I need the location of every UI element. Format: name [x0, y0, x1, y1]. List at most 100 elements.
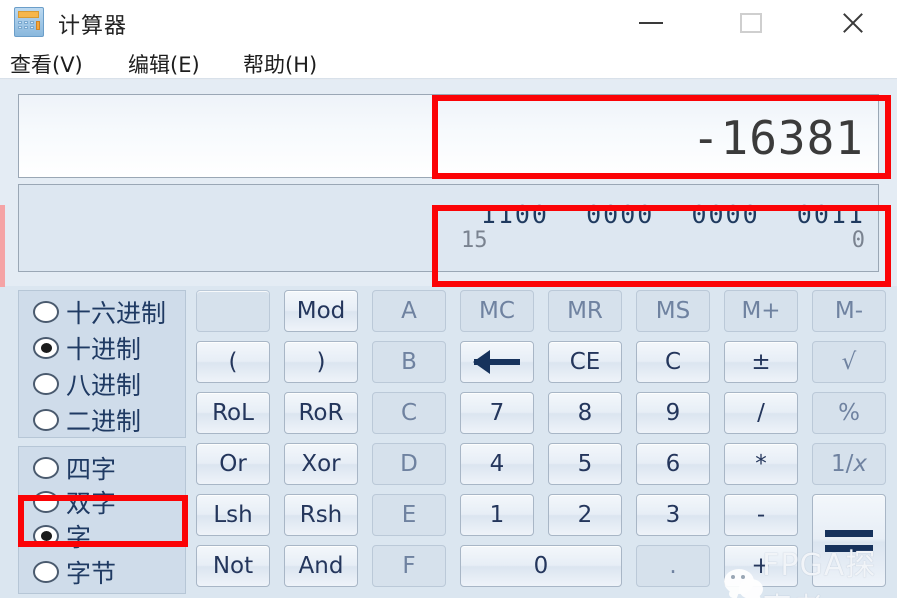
radix-option-oct-label: 八进制 — [66, 371, 142, 400]
key-7[interactable]: 7 — [460, 392, 534, 434]
close-icon — [840, 10, 866, 36]
key-ms[interactable]: MS — [636, 290, 710, 332]
key-ror[interactable]: RoR — [284, 392, 358, 434]
key-0[interactable]: 0 — [460, 545, 622, 587]
wordsize-option-byte-label: 字节 — [66, 559, 117, 588]
key-add[interactable]: + — [724, 545, 798, 587]
key-xor[interactable]: Xor — [284, 443, 358, 485]
key-blank — [196, 290, 270, 332]
key-hex-d[interactable]: D — [372, 443, 446, 485]
key-sign-toggle[interactable]: ± — [724, 341, 798, 383]
wordsize-option-dword-label: 双字 — [66, 489, 117, 518]
key-m-plus[interactable]: M+ — [724, 290, 798, 332]
key-backspace[interactable] — [460, 341, 534, 383]
minimize-icon — [639, 22, 663, 24]
key-and[interactable]: And — [284, 545, 358, 587]
calculator-icon — [14, 7, 44, 37]
binary-nibble-1: 0000 — [691, 200, 760, 229]
radio-icon — [33, 525, 59, 547]
key-percent[interactable]: % — [812, 392, 886, 434]
key-multiply[interactable]: * — [724, 443, 798, 485]
radio-icon — [33, 409, 59, 431]
key-hex-f[interactable]: F — [372, 545, 446, 587]
wordsize-option-byte[interactable]: 字节 — [33, 555, 116, 589]
radio-icon — [33, 337, 59, 359]
key-hex-a[interactable]: A — [372, 290, 446, 332]
bit-index-low: 0 — [851, 228, 865, 253]
key-clear[interactable]: C — [636, 341, 710, 383]
keypad-area: 十六进制 十进制 八进制 二进制 四字 双字 字 字节 (RoL Or Lsh… — [0, 286, 897, 598]
key-hex-c[interactable]: C — [372, 392, 446, 434]
display-area: -16381 1100 0000 0000 0011 15 0 — [0, 80, 897, 286]
key-sqrt[interactable]: √ — [812, 341, 886, 383]
minimize-button[interactable] — [618, 0, 684, 46]
key-divide[interactable]: / — [724, 392, 798, 434]
key-3[interactable]: 3 — [636, 494, 710, 536]
radix-option-hex[interactable]: 十六进制 — [33, 295, 166, 329]
menu-item-help[interactable]: 帮助(H) — [243, 49, 317, 79]
key-mc[interactable]: MC — [460, 290, 534, 332]
key-paren-open[interactable]: ( — [196, 341, 270, 383]
bit-index-high: 15 — [461, 228, 488, 253]
key-mr[interactable]: MR — [548, 290, 622, 332]
key-equals[interactable] — [812, 494, 886, 587]
calculator-window: 计算器 查看(V) 编辑(E) 帮助(H) -16381 1100 0000 0… — [0, 0, 897, 598]
key-5[interactable]: 5 — [548, 443, 622, 485]
wordsize-option-dword[interactable]: 双字 — [33, 485, 116, 519]
key-mod[interactable]: Mod — [284, 290, 358, 332]
bit-index-row: 15 0 — [461, 229, 865, 253]
maximize-icon — [740, 13, 762, 33]
radix-option-dec-label: 十进制 — [66, 335, 142, 364]
key-hex-e[interactable]: E — [372, 494, 446, 536]
key-2[interactable]: 2 — [548, 494, 622, 536]
radio-icon — [33, 373, 59, 395]
wordsize-option-word[interactable]: 字 — [33, 519, 91, 553]
key-m-minus[interactable]: M- — [812, 290, 886, 332]
key-reciprocal[interactable]: 1/x — [812, 443, 886, 485]
title-bar: 计算器 — [0, 0, 897, 46]
key-lsh[interactable]: Lsh — [196, 494, 270, 536]
wordsize-option-qword[interactable]: 四字 — [33, 451, 116, 485]
radix-option-hex-label: 十六进制 — [66, 299, 167, 328]
key-paren-close[interactable]: ) — [284, 341, 358, 383]
main-display[interactable]: -16381 — [18, 94, 879, 178]
display-value: -16381 — [691, 111, 864, 165]
key-1[interactable]: 1 — [460, 494, 534, 536]
binary-display[interactable]: 1100 0000 0000 0011 15 0 — [18, 184, 879, 272]
key-8[interactable]: 8 — [548, 392, 622, 434]
wordsize-option-qword-label: 四字 — [66, 455, 117, 484]
menu-item-edit[interactable]: 编辑(E) — [128, 49, 200, 79]
binary-nibble-3: 1100 — [480, 200, 549, 229]
menu-item-view[interactable]: 查看(V) — [10, 49, 83, 79]
key-hex-b[interactable]: B — [372, 341, 446, 383]
key-subtract[interactable]: - — [724, 494, 798, 536]
key-decimal-point[interactable]: . — [636, 545, 710, 587]
radix-option-bin-label: 二进制 — [66, 407, 142, 436]
radix-option-dec[interactable]: 十进制 — [33, 331, 141, 365]
wordsize-group: 四字 双字 字 字节 — [18, 446, 186, 594]
radio-icon — [33, 561, 59, 583]
equals-icon — [825, 526, 873, 556]
radio-icon — [33, 457, 59, 479]
radix-option-bin[interactable]: 二进制 — [33, 403, 141, 437]
radio-icon — [33, 301, 59, 323]
binary-nibbles: 1100 0000 0000 0011 — [461, 201, 865, 229]
close-button[interactable] — [820, 0, 886, 46]
key-rsh[interactable]: Rsh — [284, 494, 358, 536]
wordsize-option-word-label: 字 — [66, 523, 92, 552]
key-not[interactable]: Not — [196, 545, 270, 587]
annotation-edge-marker — [0, 205, 5, 287]
menu-bar: 查看(V) 编辑(E) 帮助(H) — [0, 46, 897, 78]
binary-nibble-2: 0000 — [586, 200, 655, 229]
binary-nibble-0: 0011 — [796, 200, 865, 229]
key-9[interactable]: 9 — [636, 392, 710, 434]
radix-group: 十六进制 十进制 八进制 二进制 — [18, 290, 186, 438]
key-or[interactable]: Or — [196, 443, 270, 485]
window-title: 计算器 — [58, 14, 128, 39]
key-ce[interactable]: CE — [548, 341, 622, 383]
key-rol[interactable]: RoL — [196, 392, 270, 434]
key-6[interactable]: 6 — [636, 443, 710, 485]
maximize-button[interactable] — [718, 0, 784, 46]
key-4[interactable]: 4 — [460, 443, 534, 485]
radix-option-oct[interactable]: 八进制 — [33, 367, 141, 401]
